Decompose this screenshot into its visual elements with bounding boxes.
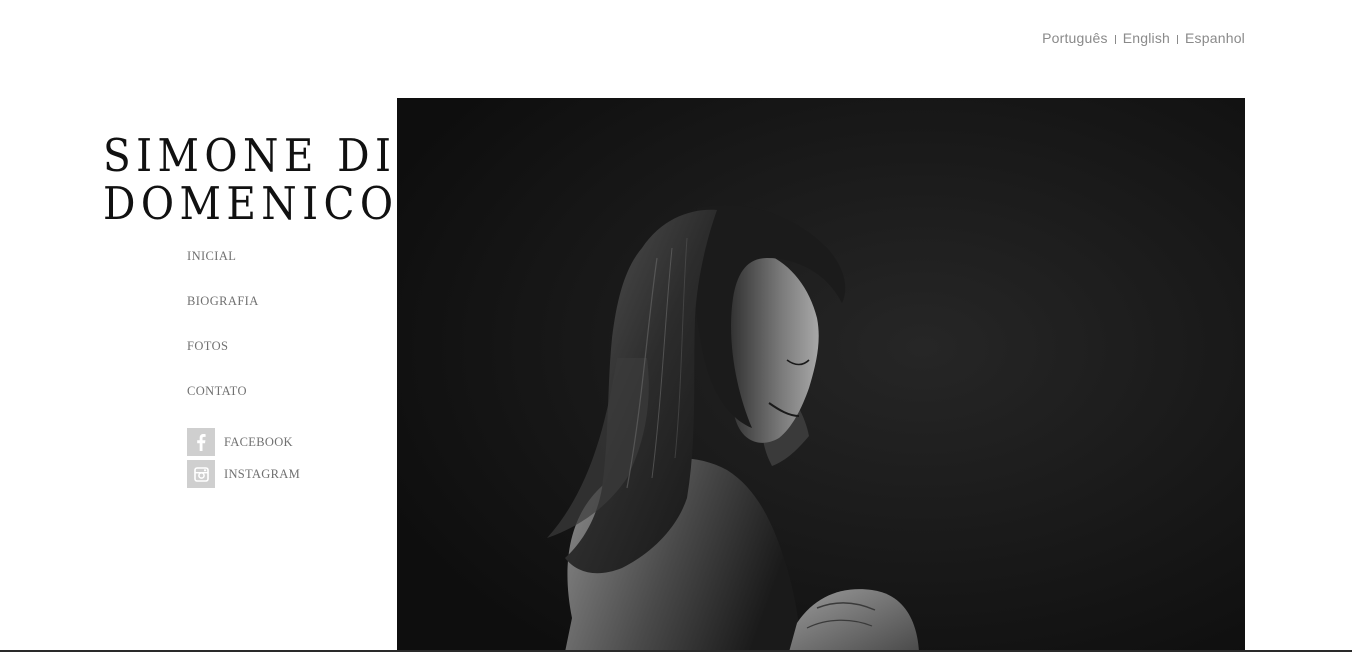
instagram-icon[interactable] <box>187 460 215 488</box>
social-links: FACEBOOK INSTAGRAM <box>187 428 300 492</box>
hero-photo <box>397 98 1245 652</box>
language-separator <box>1177 34 1179 44</box>
nav-item-biografia[interactable]: BIOGRAFIA <box>187 293 259 338</box>
language-espanhol[interactable]: Espanhol <box>1185 30 1245 46</box>
facebook-icon[interactable] <box>187 428 215 456</box>
nav-item-contato[interactable]: CONTATO <box>187 383 259 428</box>
site-title-line-2: DOMENICO <box>103 177 399 230</box>
language-separator <box>1114 34 1116 44</box>
site-title-line-1: SIMONE DI <box>103 129 397 182</box>
nav-item-inicial[interactable]: INICIAL <box>187 248 259 293</box>
site-title[interactable]: SIMONE DI DOMENICO <box>103 129 399 230</box>
nav-item-fotos[interactable]: FOTOS <box>187 338 259 383</box>
language-portugues[interactable]: Português <box>1042 30 1108 46</box>
facebook-label[interactable]: FACEBOOK <box>224 434 293 450</box>
language-selector: Português English Espanhol <box>1042 30 1245 46</box>
language-english[interactable]: English <box>1123 30 1170 46</box>
facebook-link[interactable]: FACEBOOK <box>187 428 300 460</box>
instagram-label[interactable]: INSTAGRAM <box>224 466 300 482</box>
portrait-image <box>397 98 1245 652</box>
main-nav: INICIAL BIOGRAFIA FOTOS CONTATO <box>187 248 259 428</box>
instagram-link[interactable]: INSTAGRAM <box>187 460 300 492</box>
